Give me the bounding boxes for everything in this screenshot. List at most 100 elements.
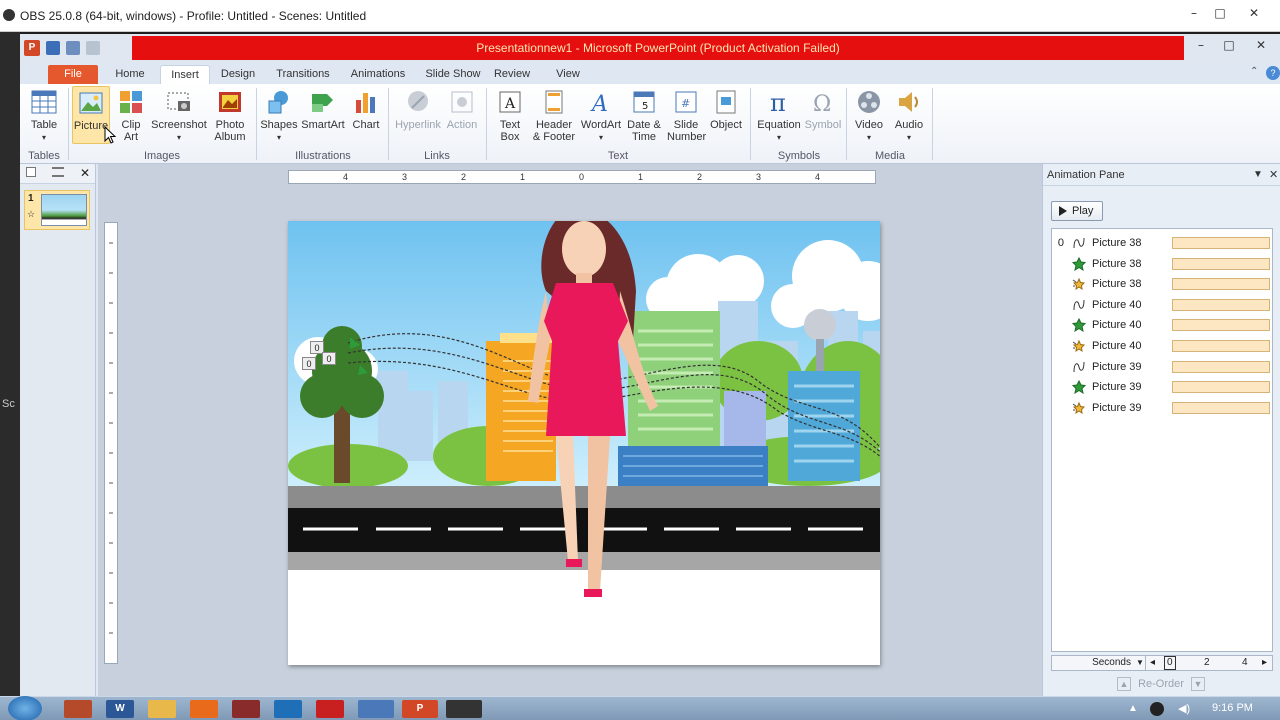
pane-options-icon[interactable]: ▼ <box>1253 164 1263 186</box>
move-up-icon[interactable]: ▲ <box>1117 677 1131 691</box>
hyperlink-button[interactable]: Hyperlink <box>392 86 444 131</box>
screenshot-dropdown-icon: ▾ <box>176 133 181 142</box>
table-button[interactable]: Table ▾ <box>26 86 62 144</box>
scroll-right-icon[interactable]: ▸ <box>1262 657 1267 668</box>
start-button[interactable] <box>8 696 42 720</box>
animation-item[interactable]: Picture 39 <box>1052 377 1272 397</box>
slide-canvas[interactable]: 0 0 0 <box>288 221 880 665</box>
tab-file[interactable]: File <box>48 65 98 84</box>
tab-animations[interactable]: Animations <box>342 65 414 84</box>
wordart-button[interactable]: A WordArt ▾ <box>578 86 624 144</box>
obs-side-text: Sc <box>2 398 15 410</box>
tab-view[interactable]: View <box>552 65 584 84</box>
taskbar-app-icon[interactable] <box>274 700 302 718</box>
date-time-icon: 5 <box>633 91 655 113</box>
save-icon[interactable] <box>46 41 60 55</box>
ppt-minimize-icon[interactable]: – <box>1188 38 1214 56</box>
animation-pane-header: Animation Pane ▼ ✕ <box>1043 164 1280 186</box>
photo-album-button[interactable]: Photo Album <box>210 86 250 143</box>
object-button[interactable]: Object <box>708 86 744 131</box>
obs-maximize-icon[interactable]: □ <box>1206 6 1234 24</box>
audio-button[interactable]: Audio ▾ <box>890 86 928 144</box>
animation-timing-bar[interactable] <box>1172 360 1270 373</box>
animation-timing-bar[interactable] <box>1172 319 1270 332</box>
screenshot-icon <box>167 92 190 111</box>
help-icon[interactable]: ? <box>1266 66 1280 80</box>
ruler-label: 1 <box>638 172 644 182</box>
animation-item[interactable]: Picture 39 <box>1052 357 1272 377</box>
slides-tab-icon[interactable] <box>26 167 36 177</box>
animation-item[interactable]: Picture 39 <box>1052 398 1272 418</box>
animation-item[interactable]: Picture 40 <box>1052 295 1272 315</box>
tab-slide-show[interactable]: Slide Show <box>418 65 488 84</box>
ppt-close-icon[interactable]: ✕ <box>1248 38 1274 56</box>
action-button[interactable]: Action <box>444 86 480 131</box>
animation-timing-bar[interactable] <box>1172 298 1270 311</box>
tab-transitions[interactable]: Transitions <box>268 65 338 84</box>
header-footer-button[interactable]: Header & Footer <box>530 86 578 143</box>
taskbar-app-icon[interactable] <box>316 700 344 718</box>
powerpoint-app-icon[interactable]: P <box>24 40 40 56</box>
close-panel-icon[interactable]: ✕ <box>80 166 90 180</box>
animation-item[interactable]: Picture 38 <box>1052 254 1272 274</box>
screenshot-button[interactable]: Screenshot ▾ <box>150 86 208 144</box>
tab-review[interactable]: Review <box>492 65 532 84</box>
firefox-icon[interactable] <box>190 700 218 718</box>
animation-item[interactable]: Picture 38 <box>1052 274 1272 294</box>
system-clock[interactable]: 9:16 PM <box>1212 702 1253 714</box>
taskbar-app-icon[interactable] <box>358 700 394 718</box>
obs-taskbar-icon[interactable] <box>446 700 482 718</box>
powerpoint-taskbar-icon[interactable]: P <box>402 700 438 718</box>
picture-icon <box>79 92 103 114</box>
undo-icon[interactable] <box>66 41 80 55</box>
equation-button[interactable]: π Equation ▾ <box>754 86 804 144</box>
word-icon[interactable]: W <box>106 700 134 718</box>
wordart-label: WordArt <box>580 119 622 131</box>
animation-timing-bar[interactable] <box>1172 237 1270 249</box>
text-box-button[interactable]: A Text Box <box>492 86 528 143</box>
scroll-left-icon[interactable]: ◂ <box>1150 657 1155 668</box>
tray-expand-icon[interactable]: ▲ <box>1128 703 1138 714</box>
slide-number-button[interactable]: # Slide Number <box>666 86 706 143</box>
animation-timing-bar[interactable] <box>1172 340 1270 352</box>
symbol-button[interactable]: Ω Symbol <box>804 86 842 131</box>
taskbar-app-icon[interactable] <box>64 700 92 718</box>
redo-icon[interactable] <box>86 41 100 55</box>
tab-home[interactable]: Home <box>106 65 154 84</box>
ribbon-collapse-icon[interactable]: ⌃ <box>1250 66 1258 77</box>
move-down-icon[interactable]: ▼ <box>1190 677 1205 691</box>
smartart-button[interactable]: SmartArt <box>300 86 346 131</box>
play-button[interactable]: Play <box>1051 201 1103 221</box>
seconds-dropdown[interactable]: Seconds <box>1052 656 1146 670</box>
animation-timing-bar[interactable] <box>1172 401 1270 414</box>
animation-item[interactable]: Picture 40 <box>1052 315 1272 335</box>
video-button[interactable]: Video ▾ <box>850 86 888 144</box>
animation-timing-bar[interactable] <box>1172 257 1270 270</box>
text-box-icon: A <box>499 91 521 113</box>
motion-path-tag[interactable]: 0 <box>322 352 336 365</box>
clip-art-button[interactable]: Clip Art <box>114 86 148 143</box>
animation-item[interactable]: 0 Picture 38 <box>1052 233 1272 253</box>
shapes-button[interactable]: Shapes ▾ <box>260 86 298 144</box>
slide-thumbnail[interactable]: 1 ☆ <box>24 190 90 230</box>
obs-tray-icon[interactable] <box>1150 702 1164 716</box>
taskbar-app-icon[interactable] <box>232 700 260 718</box>
ppt-maximize-icon[interactable]: □ <box>1216 38 1242 56</box>
animation-timing-bar[interactable] <box>1172 381 1270 394</box>
obs-minimize-icon[interactable]: – <box>1180 6 1208 24</box>
pane-close-icon[interactable]: ✕ <box>1269 164 1278 186</box>
motion-path-icon <box>1072 298 1086 312</box>
chart-button[interactable]: Chart <box>348 86 384 131</box>
tab-insert[interactable]: Insert <box>160 65 210 84</box>
animation-timing-bar[interactable] <box>1172 278 1270 291</box>
motion-path-tag[interactable]: 0 <box>302 357 316 370</box>
ribbon-separator <box>388 88 389 160</box>
file-explorer-icon[interactable] <box>148 700 176 718</box>
outline-tab-icon[interactable] <box>52 167 64 177</box>
animation-item[interactable]: Picture 40 <box>1052 336 1272 356</box>
table-dropdown-icon: ▾ <box>41 133 46 142</box>
tab-design[interactable]: Design <box>214 65 262 84</box>
date-time-button[interactable]: 5 Date & Time <box>624 86 664 143</box>
obs-close-icon[interactable]: ✕ <box>1240 6 1268 24</box>
volume-icon[interactable]: ◀) <box>1178 702 1190 715</box>
